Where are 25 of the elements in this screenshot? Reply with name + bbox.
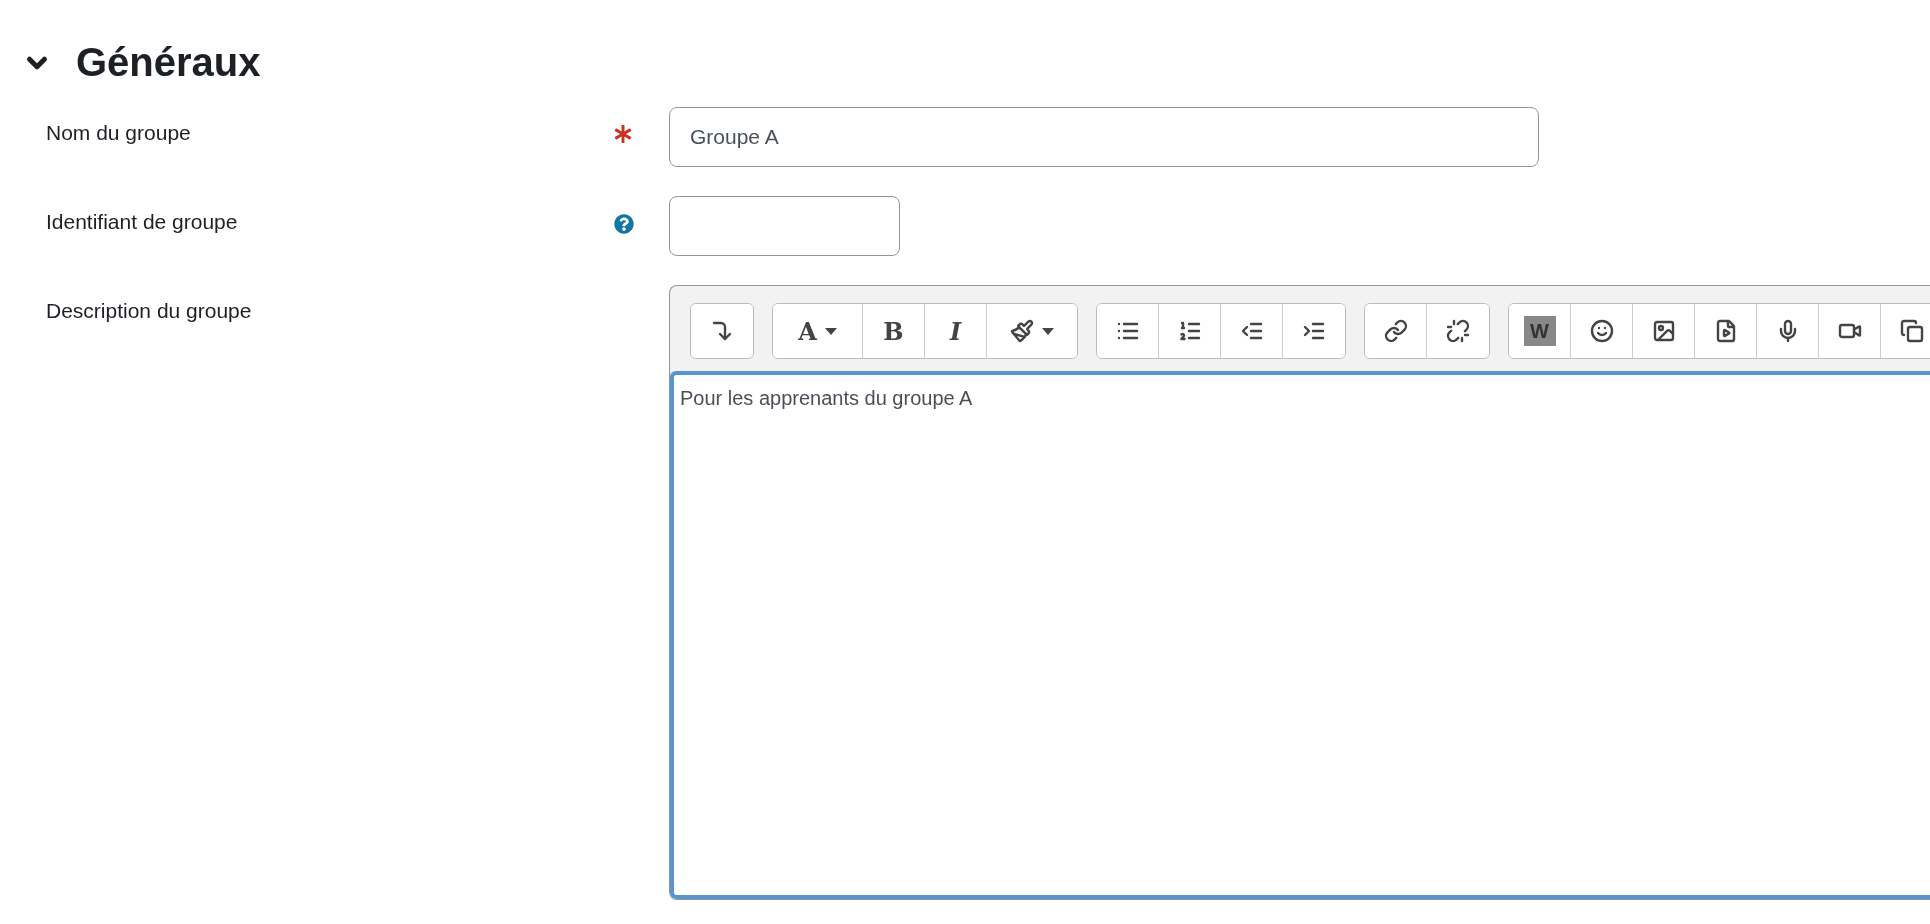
- field-label: Nom du groupe: [45, 120, 192, 145]
- copy-icon: [1900, 319, 1924, 343]
- link-icon: [1383, 319, 1408, 343]
- section-title: Généraux: [76, 40, 261, 85]
- field-label: Description du groupe: [45, 298, 253, 323]
- paintbrush-icon: [1010, 319, 1034, 343]
- font-style-button[interactable]: A: [773, 304, 863, 358]
- field-label: Identifiant de groupe: [45, 209, 239, 234]
- numbered-list-icon: [1177, 319, 1202, 343]
- input-field[interactable]: [669, 196, 900, 256]
- arrow-down-icon: [710, 319, 734, 343]
- input-field[interactable]: Groupe A: [669, 107, 1539, 167]
- word-icon: W: [1523, 316, 1556, 346]
- smiley-icon: [1589, 319, 1614, 343]
- caret-icon: [824, 327, 837, 335]
- unlink-icon: [1446, 319, 1470, 343]
- link-button[interactable]: [1365, 304, 1427, 358]
- caret-icon: [1042, 327, 1054, 335]
- bullet-list-button[interactable]: [1097, 304, 1159, 358]
- word-paste-button[interactable]: W: [1509, 304, 1571, 358]
- expand-toolbar-button[interactable]: [691, 304, 753, 358]
- help-icon[interactable]: [614, 214, 634, 234]
- image-icon: [1651, 319, 1676, 343]
- editor-text: Pour les apprenants du groupe A: [680, 387, 973, 409]
- editor-text-area[interactable]: Pour les apprenants du groupe A: [670, 371, 1930, 899]
